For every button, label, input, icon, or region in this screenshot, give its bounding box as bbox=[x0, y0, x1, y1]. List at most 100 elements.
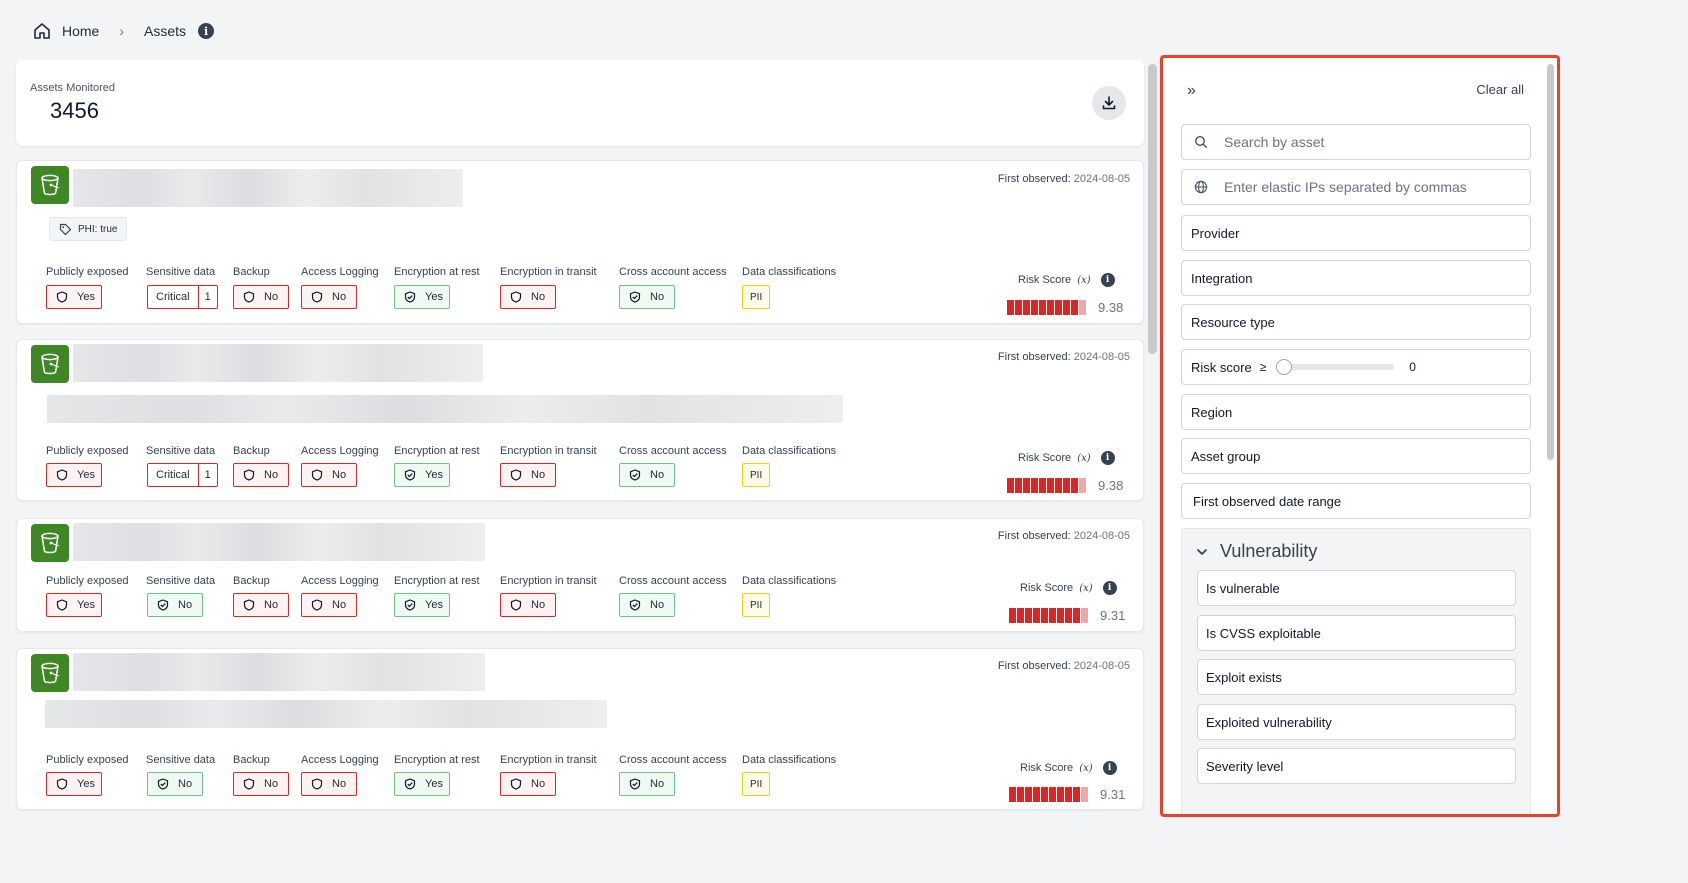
classification-badge[interactable]: PII bbox=[742, 593, 771, 617]
vulnerability-title: Vulnerability bbox=[1220, 541, 1318, 561]
search-asset-input[interactable]: Search by asset bbox=[1181, 124, 1531, 160]
attr-label: Data classifications bbox=[742, 575, 837, 587]
cross-account-badge[interactable]: No bbox=[619, 772, 675, 796]
access-logging-badge[interactable]: No bbox=[301, 285, 357, 309]
first-observed-date: 2024-08-05 bbox=[1073, 173, 1130, 185]
badge-value: No bbox=[178, 778, 193, 790]
badge-value: No bbox=[264, 599, 279, 611]
provider-filter[interactable]: Provider bbox=[1181, 215, 1531, 251]
access-logging-badge[interactable]: No bbox=[301, 593, 357, 617]
redacted-asset-name bbox=[73, 523, 485, 561]
cvss-exploitable-filter[interactable]: Is CVSS exploitable bbox=[1197, 615, 1516, 651]
collapse-panel-icon[interactable]: » bbox=[1187, 82, 1196, 100]
breadcrumb-home[interactable]: Home bbox=[62, 23, 99, 39]
asset-card[interactable]: First observed: 2024-08-05 Publicly expos… bbox=[16, 339, 1144, 501]
enc-transit-badge[interactable]: No bbox=[500, 463, 556, 487]
publicly-exposed-badge[interactable]: Yes bbox=[46, 463, 102, 487]
shield-check-icon bbox=[157, 778, 169, 790]
risk-score-label: Risk score bbox=[1191, 359, 1252, 375]
region-filter[interactable]: Region bbox=[1181, 394, 1531, 430]
is-vulnerable-filter[interactable]: Is vulnerable bbox=[1197, 570, 1516, 606]
badge-value: Yes bbox=[77, 291, 95, 303]
resource-type-filter[interactable]: Resource type bbox=[1181, 304, 1531, 340]
exploit-exists-filter[interactable]: Exploit exists bbox=[1197, 659, 1516, 695]
cross-account-badge[interactable]: No bbox=[619, 285, 675, 309]
asset-group-filter[interactable]: Asset group bbox=[1181, 438, 1531, 474]
tag-chip[interactable]: PHI: true bbox=[49, 217, 128, 241]
classification-badge[interactable]: PII bbox=[742, 285, 771, 309]
access-logging-badge[interactable]: No bbox=[301, 463, 357, 487]
enc-transit-badge[interactable]: No bbox=[500, 772, 556, 796]
elastic-ip-input[interactable]: Enter elastic IPs separated by commas bbox=[1181, 169, 1531, 205]
info-icon[interactable]: i bbox=[1102, 761, 1117, 775]
slider-knob[interactable] bbox=[1276, 359, 1293, 375]
classification-badge[interactable]: PII bbox=[742, 772, 771, 796]
asset-card[interactable]: First observed: 2024-08-05 Publicly expos… bbox=[16, 518, 1144, 632]
badge-value: No bbox=[264, 291, 279, 303]
shield-check-icon bbox=[629, 778, 641, 790]
formula-icon: (x) bbox=[1077, 274, 1091, 286]
sensitive-data-badge[interactable]: No bbox=[147, 593, 203, 617]
risk-score-label: Risk Score (x) i bbox=[1018, 273, 1115, 287]
shield-icon bbox=[243, 778, 255, 790]
access-logging-badge[interactable]: No bbox=[301, 772, 357, 796]
badge-value: No bbox=[650, 599, 665, 611]
severity-level-filter[interactable]: Severity level bbox=[1197, 748, 1516, 784]
clear-all-button[interactable]: Clear all bbox=[1476, 82, 1524, 97]
info-icon[interactable]: i bbox=[198, 23, 215, 39]
exploited-vulnerability-filter[interactable]: Exploited vulnerability bbox=[1197, 704, 1516, 740]
publicly-exposed-badge[interactable]: Yes bbox=[46, 285, 102, 309]
backup-badge[interactable]: No bbox=[233, 772, 289, 796]
enc-rest-badge[interactable]: Yes bbox=[394, 463, 450, 487]
sensitive-data-badge[interactable]: Critical 1 bbox=[147, 463, 218, 487]
enc-rest-badge[interactable]: Yes bbox=[394, 593, 450, 617]
asset-card[interactable]: First observed: 2024-08-05 PHI: true Publi… bbox=[16, 160, 1144, 324]
home-icon[interactable] bbox=[32, 21, 52, 41]
risk-segment bbox=[1023, 300, 1030, 315]
publicly-exposed-badge[interactable]: Yes bbox=[46, 772, 102, 796]
risk-segment bbox=[1073, 787, 1080, 802]
badge-value: No bbox=[531, 469, 546, 481]
date-range-filter[interactable]: First observed date range bbox=[1181, 483, 1531, 519]
risk-label-text: Risk Score bbox=[1020, 762, 1074, 774]
backup-badge[interactable]: No bbox=[233, 463, 289, 487]
publicly-exposed-badge[interactable]: Yes bbox=[46, 593, 102, 617]
attr-label: Encryption in transit bbox=[500, 575, 597, 587]
cross-account-badge[interactable]: No bbox=[619, 463, 675, 487]
download-button[interactable] bbox=[1092, 86, 1126, 120]
info-icon[interactable]: i bbox=[1100, 273, 1115, 287]
shield-check-icon bbox=[404, 778, 416, 790]
main-scrollbar[interactable] bbox=[1148, 64, 1157, 354]
risk-score-bar bbox=[1007, 300, 1086, 315]
attr-label: Access Logging bbox=[301, 445, 379, 457]
sensitive-data-badge[interactable]: Critical 1 bbox=[147, 285, 218, 309]
search-placeholder: Search by asset bbox=[1224, 134, 1325, 150]
enc-transit-badge[interactable]: No bbox=[500, 593, 556, 617]
risk-score-slider[interactable] bbox=[1276, 359, 1395, 375]
vulnerability-toggle[interactable]: Vulnerability bbox=[1196, 541, 1317, 562]
info-icon[interactable]: i bbox=[1102, 581, 1117, 595]
s3-bucket-icon bbox=[31, 524, 69, 562]
integration-filter[interactable]: Integration bbox=[1181, 260, 1531, 296]
attr-label: Encryption in transit bbox=[500, 445, 597, 457]
backup-badge[interactable]: No bbox=[233, 593, 289, 617]
enc-transit-badge[interactable]: No bbox=[500, 285, 556, 309]
risk-segment bbox=[1015, 478, 1022, 493]
first-observed: First observed: 2024-08-05 bbox=[998, 660, 1130, 672]
enc-rest-badge[interactable]: Yes bbox=[394, 772, 450, 796]
attr-label: Access Logging bbox=[301, 575, 379, 587]
risk-segment bbox=[1033, 608, 1040, 623]
asset-card[interactable]: First observed: 2024-08-05 Publicly expos… bbox=[16, 648, 1144, 810]
chevron-down-icon bbox=[1197, 548, 1207, 555]
classification-badge[interactable]: PII bbox=[742, 463, 771, 487]
shield-check-icon bbox=[629, 469, 641, 481]
enc-rest-badge[interactable]: Yes bbox=[394, 285, 450, 309]
redacted-asset-name bbox=[73, 169, 463, 207]
backup-badge[interactable]: No bbox=[233, 285, 289, 309]
cross-account-badge[interactable]: No bbox=[619, 593, 675, 617]
info-icon[interactable]: i bbox=[1100, 451, 1115, 465]
risk-segment bbox=[1079, 478, 1086, 493]
assets-summary-card: Assets Monitored 3456 bbox=[16, 60, 1144, 146]
sensitive-data-badge[interactable]: No bbox=[147, 772, 203, 796]
panel-scrollbar[interactable] bbox=[1547, 64, 1554, 460]
